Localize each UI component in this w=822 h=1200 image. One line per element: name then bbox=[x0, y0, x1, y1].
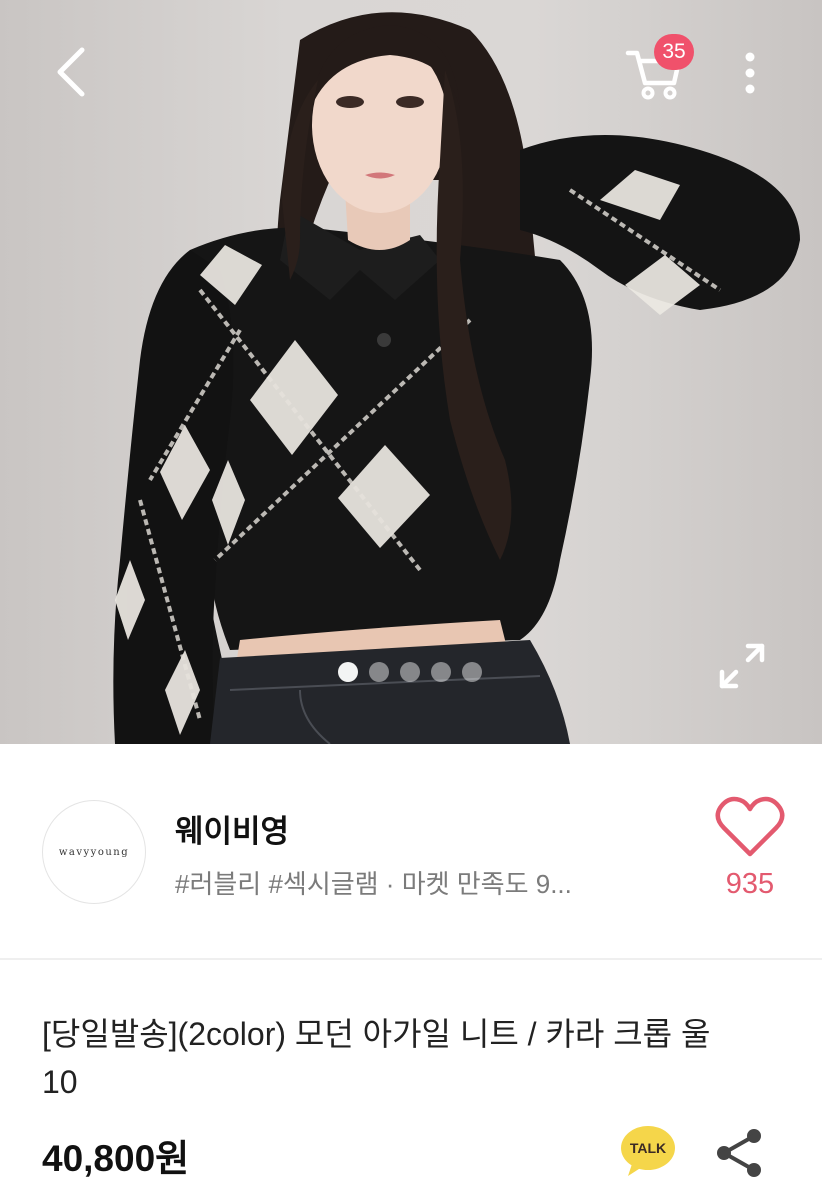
kakao-talk-button[interactable]: TALK bbox=[618, 1122, 678, 1178]
fullscreen-button[interactable] bbox=[712, 636, 772, 696]
shop-logo-text: wavyyoung bbox=[58, 846, 130, 858]
shop-info-section: wavyyoung 웨이비영 #러블리 #섹시글램 · 마켓 만족도 9... … bbox=[0, 744, 822, 958]
pagination-dot[interactable] bbox=[400, 662, 420, 682]
shop-logo[interactable]: wavyyoung bbox=[42, 800, 146, 904]
product-title: [당일발송](2color) 모던 아가일 니트 / 카라 크롭 울10 bbox=[42, 1016, 711, 1100]
heart-outline-icon bbox=[715, 796, 785, 857]
gallery-pagination bbox=[338, 662, 482, 682]
section-divider bbox=[0, 958, 822, 960]
shop-tags[interactable]: #러블리 #섹시글램 · 마켓 만족도 9... bbox=[175, 864, 655, 901]
product-price: 40,800원 bbox=[42, 1138, 190, 1179]
cart-count-badge: 35 bbox=[654, 34, 694, 70]
pagination-dot[interactable] bbox=[462, 662, 482, 682]
product-image-gallery[interactable]: 35 bbox=[0, 0, 822, 744]
pagination-dot[interactable] bbox=[431, 662, 451, 682]
shop-name[interactable]: 웨이비영 bbox=[175, 806, 289, 851]
share-button[interactable] bbox=[710, 1124, 768, 1182]
share-icon bbox=[717, 1129, 761, 1177]
pagination-dot-active[interactable] bbox=[338, 662, 358, 682]
chevron-left-icon bbox=[57, 47, 85, 97]
more-vertical-icon bbox=[745, 52, 755, 94]
talk-label: TALK bbox=[630, 1140, 666, 1156]
pagination-dot[interactable] bbox=[369, 662, 389, 682]
expand-icon bbox=[719, 643, 765, 689]
more-button[interactable] bbox=[728, 38, 772, 108]
back-button[interactable] bbox=[40, 36, 104, 108]
talk-bubble-icon: TALK bbox=[621, 1126, 675, 1176]
like-count: 935 bbox=[725, 868, 775, 900]
product-photo bbox=[113, 12, 800, 744]
